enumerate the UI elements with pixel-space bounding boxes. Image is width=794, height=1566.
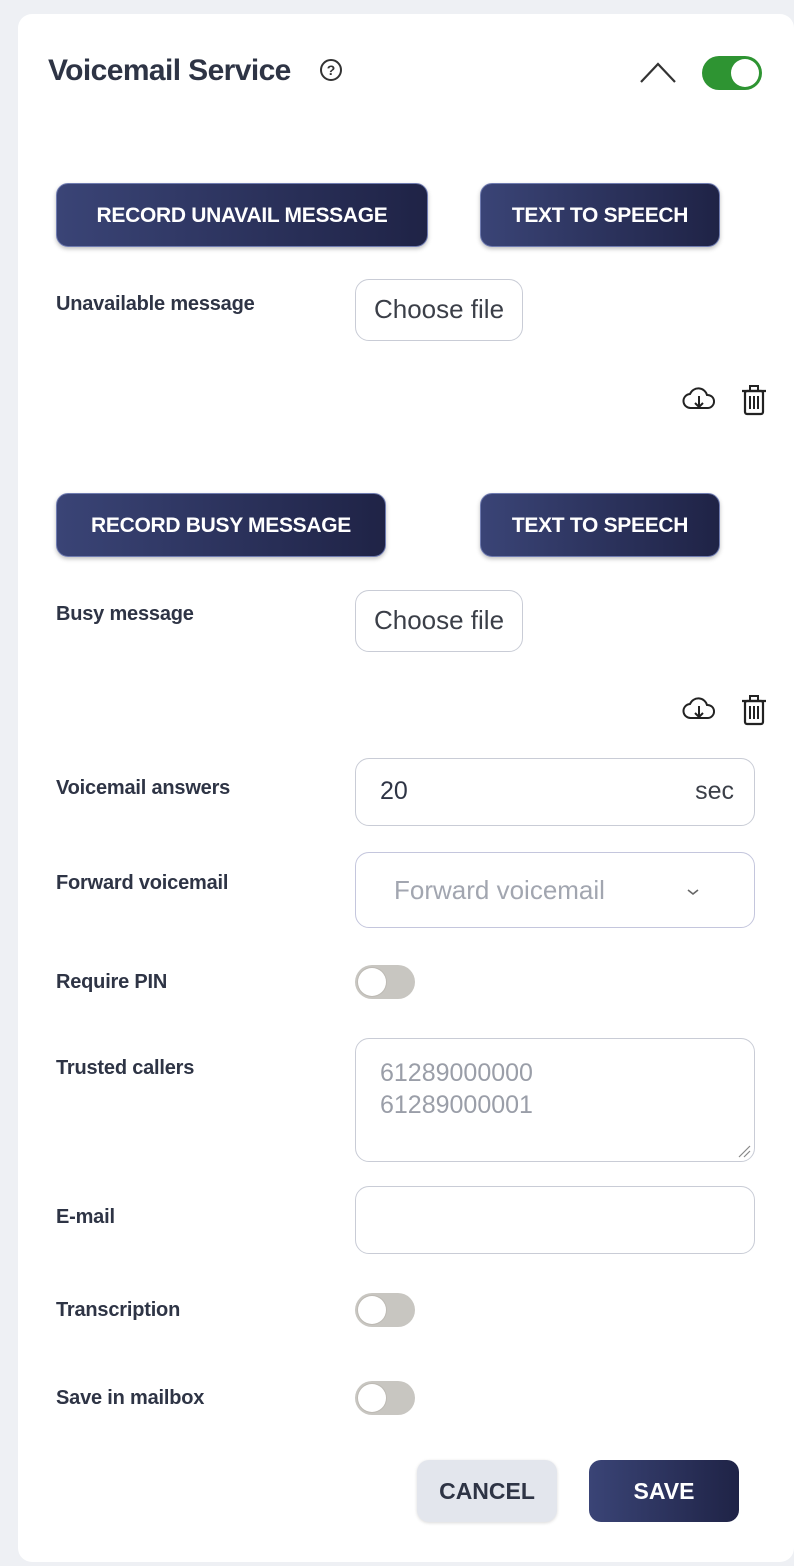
busy-text-to-speech-button[interactable]: TEXT TO SPEECH [480,493,720,557]
resize-handle-icon[interactable] [737,1144,751,1158]
trash-icon[interactable] [737,693,771,727]
save-button[interactable]: SAVE [589,1460,739,1522]
transcription-toggle[interactable] [355,1293,415,1327]
busy-choose-file-button[interactable]: Choose file [355,590,523,652]
trash-icon[interactable] [737,383,771,417]
save-in-mailbox-label: Save in mailbox [56,1387,205,1409]
unavail-text-to-speech-button[interactable]: TEXT TO SPEECH [480,183,720,247]
toggle-knob [358,968,386,996]
voicemail-answers-input[interactable]: 20 sec [355,758,755,826]
help-icon[interactable]: ? [320,59,342,81]
cloud-download-icon[interactable] [682,693,716,727]
voicemail-answers-label: Voicemail answers [56,777,231,799]
save-in-mailbox-toggle[interactable] [355,1381,415,1415]
require-pin-label: Require PIN [56,971,168,993]
forward-voicemail-placeholder: Forward voicemail [394,875,605,905]
voicemail-service-card: Voicemail Service ? RECORD UNAVAIL MESSA… [18,14,794,1562]
chevron-up-icon[interactable] [638,58,678,86]
trusted-callers-label: Trusted callers [56,1057,195,1079]
forward-voicemail-label: Forward voicemail [56,872,229,894]
trusted-callers-placeholder: 61289000000 61289000001 [380,1057,533,1121]
chevron-down-icon [687,889,699,896]
busy-message-label: Busy message [56,603,194,625]
transcription-label: Transcription [56,1299,181,1321]
toggle-knob [358,1296,386,1324]
require-pin-toggle[interactable] [355,965,415,999]
toggle-knob [731,59,759,87]
trusted-callers-textarea[interactable]: 61289000000 61289000001 [355,1038,755,1162]
toggle-knob [358,1384,386,1412]
cancel-button[interactable]: CANCEL [417,1460,557,1522]
unavailable-message-label: Unavailable message [56,293,255,315]
record-unavail-message-button[interactable]: RECORD UNAVAIL MESSAGE [56,183,428,247]
cloud-download-icon[interactable] [682,383,716,417]
forward-voicemail-select[interactable]: Forward voicemail [355,852,755,928]
page-title: Voicemail Service [48,54,291,87]
trusted-caller-line: 61289000000 [380,1059,533,1087]
email-label: E-mail [56,1206,115,1228]
voicemail-answers-unit: sec [695,777,734,805]
voicemail-answers-value: 20 [380,777,408,805]
service-enable-toggle[interactable] [702,56,762,90]
trusted-caller-line: 61289000001 [380,1091,533,1119]
record-busy-message-button[interactable]: RECORD BUSY MESSAGE [56,493,386,557]
unavailable-choose-file-button[interactable]: Choose file [355,279,523,341]
email-field[interactable] [355,1186,755,1254]
